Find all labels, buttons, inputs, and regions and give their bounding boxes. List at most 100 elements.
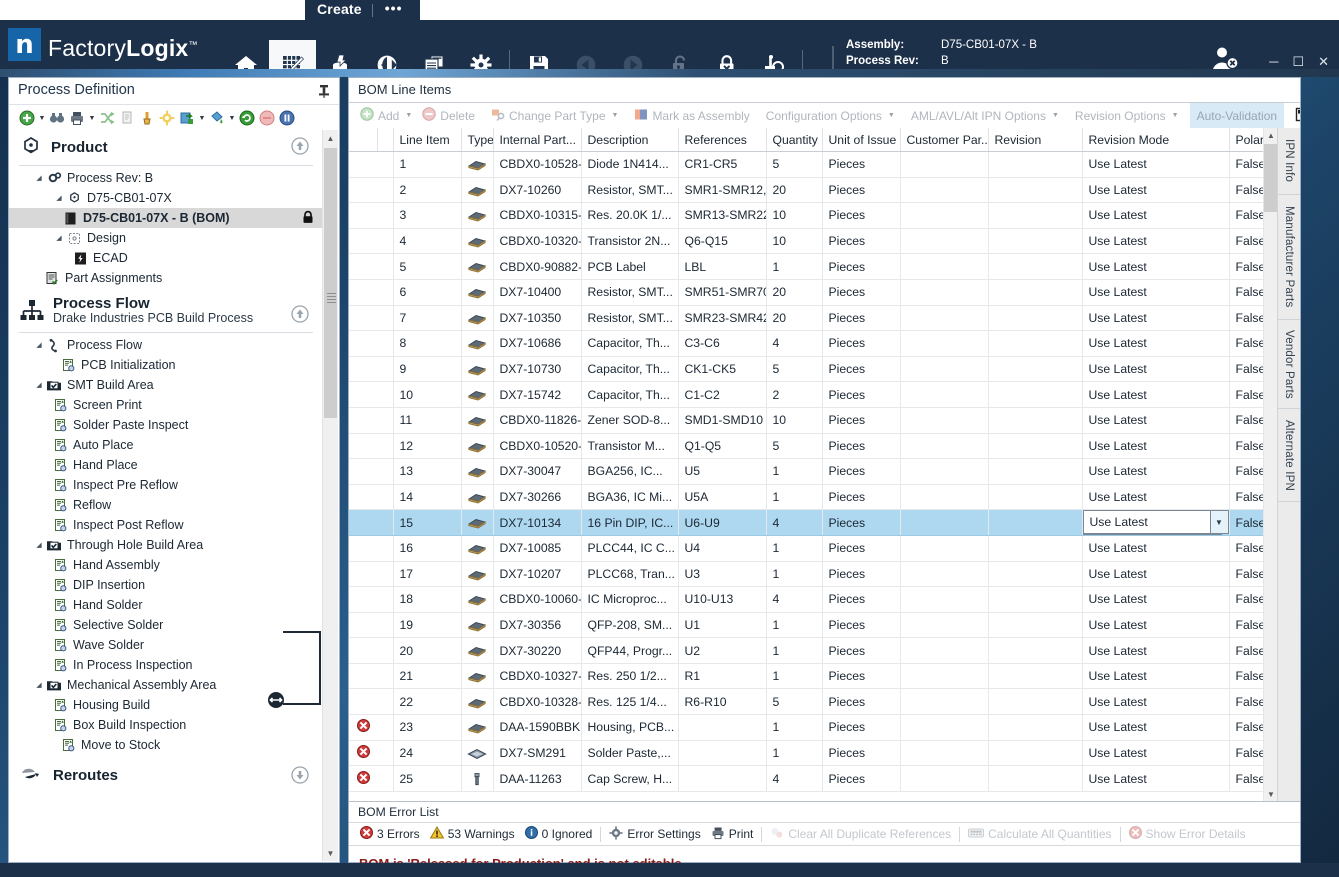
collapse-up-icon-2[interactable] (291, 305, 309, 326)
cell-description[interactable]: Cap Screw, H... (581, 766, 678, 792)
row-selector-cell[interactable] (377, 766, 393, 792)
row-selector-cell[interactable] (377, 305, 393, 331)
cell-quantity[interactable]: 2 (766, 382, 822, 408)
scroll-thumb[interactable] (324, 148, 337, 418)
scroll-up-arrow[interactable]: ▲ (323, 130, 338, 146)
left-panel-scrollbar[interactable]: ▲ ▼ (322, 130, 338, 861)
maximize-button[interactable]: ☐ (1292, 56, 1304, 68)
expander-icon[interactable]: ◢ (33, 381, 45, 389)
cell-description[interactable]: Transistor 2N... (581, 228, 678, 254)
cell-description[interactable]: PLCC44, IC C... (581, 535, 678, 561)
row-selector-cell[interactable] (377, 689, 393, 715)
cell-references[interactable]: Q1-Q5 (678, 433, 766, 459)
cell-references[interactable]: C1-C2 (678, 382, 766, 408)
cell-internal-part[interactable]: DX7-10260 (493, 177, 581, 203)
cell-customer-part[interactable] (900, 740, 988, 766)
cell-unit-of-issue[interactable]: Pieces (822, 484, 900, 510)
bom-table-body[interactable]: 1CBDX0-10528-0Diode 1N414...CR1-CR55Piec… (349, 152, 1264, 792)
cell-unit-of-issue[interactable]: Pieces (822, 638, 900, 664)
cell-quantity[interactable]: 4 (766, 587, 822, 613)
cell-quantity[interactable]: 4 (766, 766, 822, 792)
cell-internal-part[interactable]: DX7-30220 (493, 638, 581, 664)
tree-node[interactable]: Inspect Post Reflow (9, 515, 323, 535)
cell-description[interactable]: BGA256, IC... (581, 459, 678, 485)
cell-revision[interactable] (988, 510, 1082, 536)
cell-references[interactable]: U2 (678, 638, 766, 664)
cell-revision[interactable] (988, 715, 1082, 741)
sun-gear-icon[interactable] (157, 108, 177, 128)
pin-icon[interactable] (318, 84, 330, 101)
cell-revision[interactable] (988, 356, 1082, 382)
table-row[interactable]: 10DX7-15742Capacitor, Th...C1-C22PiecesU… (349, 382, 1264, 408)
cell-unit-of-issue[interactable]: Pieces (822, 561, 900, 587)
grid-scroll-thumb[interactable] (1264, 144, 1278, 212)
cell-references[interactable]: U1 (678, 612, 766, 638)
cell-polarized[interactable]: False (1229, 279, 1264, 305)
cell-revision-mode[interactable]: Use Latest (1082, 535, 1229, 561)
expand-down-icon[interactable] (291, 766, 309, 787)
scroll-down-arrow[interactable]: ▼ (323, 845, 338, 861)
cell-unit-of-issue[interactable]: Pieces (822, 356, 900, 382)
cell-internal-part[interactable]: DX7-10134 (493, 510, 581, 536)
cell-unit-of-issue[interactable]: Pieces (822, 663, 900, 689)
action-print[interactable]: Print (706, 824, 759, 845)
table-row[interactable]: 24DX7-SM291Solder Paste,...1PiecesUse La… (349, 740, 1264, 766)
side-tab-ipn-info[interactable]: IPN Info (1278, 128, 1300, 195)
error-panel-toolbar[interactable]: 3 Errors53 Warnings0 IgnoredError Settin… (349, 823, 1300, 846)
cell-customer-part[interactable] (900, 459, 988, 485)
cell-internal-part[interactable]: DX7-10400 (493, 279, 581, 305)
cell-references[interactable]: U6-U9 (678, 510, 766, 536)
cell-internal-part[interactable]: CBDX0-11826-0 (493, 407, 581, 433)
cell-revision[interactable] (988, 254, 1082, 280)
column-header-blank[interactable] (377, 128, 393, 152)
table-row[interactable]: 12CBDX0-10520-0Transistor M...Q1-Q55Piec… (349, 433, 1264, 459)
tree-node[interactable]: ◢Process Flow (9, 335, 323, 355)
cell-unit-of-issue[interactable]: Pieces (822, 689, 900, 715)
cell-unit-of-issue[interactable]: Pieces (822, 203, 900, 229)
cell-customer-part[interactable] (900, 203, 988, 229)
bom-side-tabs[interactable]: IPN InfoManufacturer PartsVendor PartsAl… (1277, 128, 1300, 802)
cell-quantity[interactable]: 10 (766, 228, 822, 254)
add-green-icon[interactable] (17, 108, 37, 128)
tree-node[interactable]: ◢SMT Build Area (9, 375, 323, 395)
cell-internal-part[interactable]: DX7-SM291 (493, 740, 581, 766)
cell-polarized[interactable]: False (1229, 689, 1264, 715)
cell-internal-part[interactable]: CBDX0-10520-0 (493, 433, 581, 459)
cell-references[interactable]: U5 (678, 459, 766, 485)
cell-description[interactable]: QFP44, Progr... (581, 638, 678, 664)
cell-quantity[interactable]: 1 (766, 484, 822, 510)
cell-description[interactable]: Capacitor, Th... (581, 356, 678, 382)
cell-description[interactable]: Transistor M... (581, 433, 678, 459)
cell-quantity[interactable]: 5 (766, 152, 822, 178)
cell-revision[interactable] (988, 305, 1082, 331)
column-header-line-item[interactable]: Line Item (393, 128, 461, 152)
cell-customer-part[interactable] (900, 152, 988, 178)
cell-revision-mode[interactable]: Use Latest (1082, 715, 1229, 741)
tree-node[interactable]: Part Assignments (9, 268, 323, 288)
cell-references[interactable]: SMR1-SMR12, S (678, 177, 766, 203)
table-row[interactable]: 6DX7-10400Resistor, SMT...SMR51-SMR7020P… (349, 279, 1264, 305)
tree-node-bom-selected[interactable]: D75-CB01-07X - B (BOM) (9, 208, 323, 228)
cell-quantity[interactable]: 4 (766, 331, 822, 357)
cell-internal-part[interactable]: DAA-1590BBK (493, 715, 581, 741)
cell-references[interactable]: CK1-CK5 (678, 356, 766, 382)
cell-quantity[interactable]: 1 (766, 254, 822, 280)
cell-revision[interactable] (988, 407, 1082, 433)
cell-polarized[interactable]: False (1229, 433, 1264, 459)
cell-description[interactable]: Res. 250 1/2... (581, 663, 678, 689)
cell-revision[interactable] (988, 459, 1082, 485)
cell-revision[interactable] (988, 689, 1082, 715)
cell-revision-mode[interactable]: Use Latest (1082, 407, 1229, 433)
row-selector-cell[interactable] (377, 203, 393, 229)
cell-revision-mode[interactable]: Use Latest (1082, 459, 1229, 485)
cell-internal-part[interactable]: CBDX0-10315-0 (493, 203, 581, 229)
cell-quantity[interactable]: 20 (766, 279, 822, 305)
cell-references[interactable] (678, 766, 766, 792)
cell-polarized[interactable]: False (1229, 382, 1264, 408)
cell-internal-part[interactable]: DX7-10350 (493, 305, 581, 331)
cell-references[interactable]: R6-R10 (678, 689, 766, 715)
cell-revision[interactable] (988, 331, 1082, 357)
counter-53-warnings[interactable]: 53 Warnings (425, 824, 520, 845)
cell-revision[interactable] (988, 228, 1082, 254)
cell-internal-part[interactable]: CBDX0-10060-0 (493, 587, 581, 613)
